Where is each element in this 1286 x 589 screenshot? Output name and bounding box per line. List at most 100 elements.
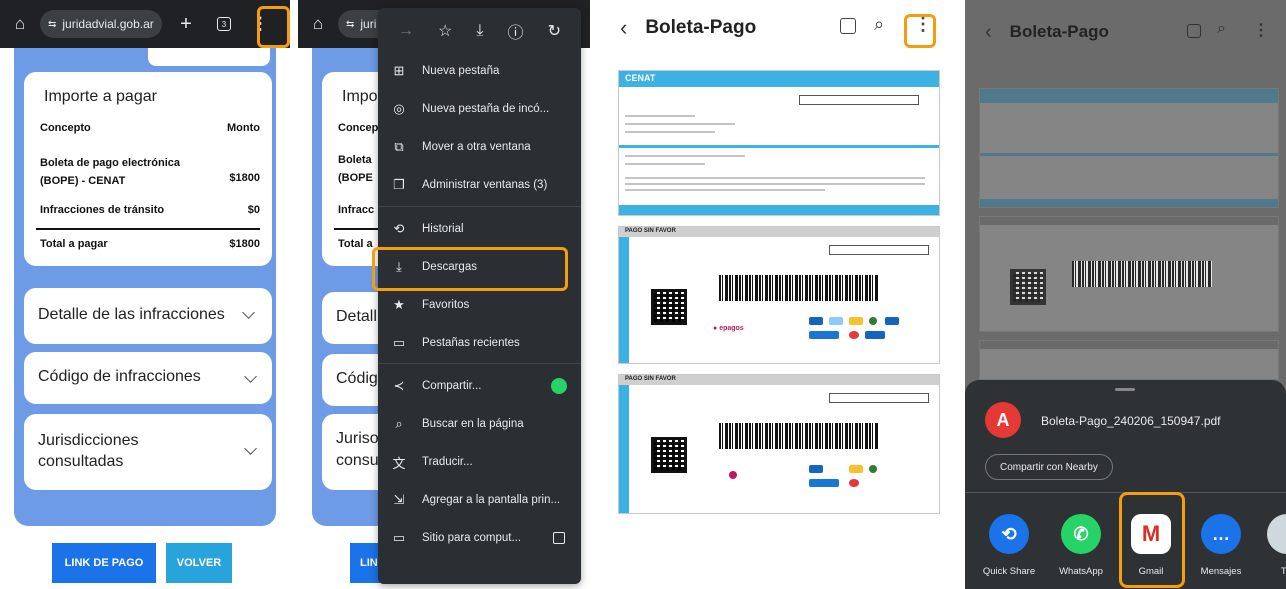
row-concept-bope: Boleta de pago electrónica (BOPE) - CENA… xyxy=(40,157,180,187)
back-icon[interactable]: ‹ xyxy=(985,21,992,44)
history-icon: ⟲ xyxy=(393,221,405,236)
desktop-site-checkbox[interactable] xyxy=(553,532,565,544)
pdf-page-2: PAGO SIN FAVOR ● epagos xyxy=(618,226,940,364)
menu-item-add-to-home[interactable]: ⇲ Agregar a la pantalla prin... xyxy=(378,481,581,519)
menu-item-share[interactable]: ≺ Compartir... xyxy=(378,367,581,405)
payment-logo xyxy=(869,317,877,325)
payment-logo xyxy=(809,479,839,487)
menu-highlight xyxy=(257,6,290,48)
pay-link-button[interactable]: LINK DE PAGO xyxy=(52,543,156,583)
accordion-detalle-label: Detall xyxy=(336,308,377,325)
more-menu-icon[interactable]: ⋮ xyxy=(1253,20,1269,40)
bookmarks-icon: ★ xyxy=(393,297,405,312)
menu-separator xyxy=(378,206,581,207)
qr-code xyxy=(651,289,687,325)
menu-highlight xyxy=(904,14,936,48)
doc-divider xyxy=(980,153,1278,156)
total-label: Total a xyxy=(338,238,373,250)
accordion-jurisdicciones-label-2: consu xyxy=(336,452,379,469)
reload-icon[interactable]: ↻ xyxy=(548,21,561,41)
back-icon[interactable]: ‹ xyxy=(620,15,627,41)
whatsapp-icon[interactable]: ✆ xyxy=(1061,514,1101,554)
payment-logo xyxy=(809,317,823,325)
menu-item-bookmarks[interactable]: ★ Favoritos xyxy=(378,286,581,324)
info-icon[interactable]: ⓘ xyxy=(508,19,524,43)
site-settings-icon[interactable]: ⇆ xyxy=(48,19,56,30)
total-amount: $1800 xyxy=(229,238,260,250)
menu-item-translate[interactable]: 文 Traducir... xyxy=(378,443,581,481)
menu-item-manage-windows[interactable]: ❐ Administrar ventanas (3) xyxy=(378,166,581,204)
new-tab-icon: ⊞ xyxy=(393,63,405,78)
app-label-partial: TP xyxy=(1280,566,1286,577)
doc-line xyxy=(625,177,925,179)
barcode xyxy=(1072,261,1212,287)
accordion-jurisdicciones[interactable]: Jurisdicciones consultadas xyxy=(24,414,272,490)
add-to-home-icon: ⇲ xyxy=(393,492,405,507)
manage-windows-icon: ❐ xyxy=(393,177,405,192)
partial-app-icon[interactable] xyxy=(1267,514,1286,554)
nearby-share-button[interactable]: Compartir con Nearby xyxy=(985,454,1113,480)
payment-logo xyxy=(849,317,863,325)
menu-item-new-tab[interactable]: ⊞ Nueva pestaña xyxy=(378,52,581,90)
row-amount-bope: $1800 xyxy=(229,172,260,184)
accordion-detalle-label: Detalle de las infracciones xyxy=(38,306,225,323)
menu-item-label: Pestañas recientes xyxy=(422,337,520,349)
epagos-text: epagos xyxy=(719,325,744,332)
home-icon[interactable]: ⌂ xyxy=(306,12,330,36)
tabs-icon[interactable]: 3 xyxy=(212,12,236,36)
pdf-app-bar: ‹ Boleta-Pago ⌕ ⋮ xyxy=(965,0,1286,64)
accordion-detalle[interactable]: Detalle de las infracciones xyxy=(24,288,272,344)
row-concept-bope: Boleta xyxy=(338,154,372,166)
panel-share-sheet: ‹ Boleta-Pago ⌕ ⋮ A Boleta-Pago_240206_1… xyxy=(965,0,1286,589)
doc-section-header: PAGO SIN FAVOR xyxy=(619,375,939,385)
doc-box xyxy=(799,95,919,105)
doc-section-title: PAGO SIN FAVOR xyxy=(625,376,676,382)
accordion-codigo[interactable]: Código de infracciones xyxy=(24,352,272,404)
menu-item-label: Administrar ventanas (3) xyxy=(422,179,548,191)
menu-separator xyxy=(378,363,581,364)
panel-checkout-page: ⌂ ⇆ juridadvial.gob.ar + 3 ⋮ Importe a p… xyxy=(0,0,290,589)
search-icon[interactable]: ⌕ xyxy=(874,14,884,35)
doc-section-header xyxy=(980,341,1278,349)
menu-item-incognito-tab[interactable]: ◎ Nueva pestaña de incó... xyxy=(378,90,581,128)
menu-item-history[interactable]: ⟲ Historial xyxy=(378,210,581,248)
whatsapp-shortcut-icon[interactable] xyxy=(551,378,567,394)
home-icon[interactable]: ⌂ xyxy=(8,12,32,36)
share-icon: ≺ xyxy=(393,378,405,393)
quick-share-icon[interactable]: ⟲ xyxy=(989,514,1029,554)
menu-item-label: Sitio para comput... xyxy=(422,532,522,544)
menu-item-label: Buscar en la página xyxy=(422,418,524,430)
incognito-tab-icon: ◎ xyxy=(393,101,405,116)
download-icon[interactable]: ⤓ xyxy=(476,22,483,40)
bookmark-star-icon[interactable]: ☆ xyxy=(438,21,452,41)
site-settings-icon[interactable]: ⇆ xyxy=(346,19,354,30)
doc-line xyxy=(625,183,925,185)
menu-item-find-in-page[interactable]: ⌕ Buscar en la página xyxy=(378,405,581,443)
doc-section-header xyxy=(980,217,1278,225)
barcode xyxy=(719,423,879,449)
edit-icon[interactable] xyxy=(840,18,856,34)
menu-item-move-window[interactable]: ⧉ Mover a otra ventana xyxy=(378,128,581,166)
payment-logo xyxy=(849,331,859,339)
menu-item-desktop-site[interactable]: ▭ Sitio para comput... xyxy=(378,519,581,557)
messages-icon[interactable]: … xyxy=(1201,514,1241,554)
payment-logo xyxy=(729,471,737,479)
share-sheet: A Boleta-Pago_240206_150947.pdf Comparti… xyxy=(965,380,1286,589)
forward-icon[interactable]: → xyxy=(398,22,414,40)
sheet-handle[interactable] xyxy=(1115,388,1135,391)
doc-line xyxy=(625,163,705,165)
pdf-title: Boleta-Pago xyxy=(1009,22,1109,41)
back-button[interactable]: VOLVER xyxy=(166,543,232,583)
pdf-page-2 xyxy=(979,216,1279,332)
search-icon[interactable]: ⌕ xyxy=(1217,20,1226,38)
move-window-icon: ⧉ xyxy=(394,139,404,154)
browser-toolbar: ⌂ ⇆ juridadvial.gob.ar + 3 ⋮ xyxy=(0,0,290,48)
app-label-messages: Mensajes xyxy=(1200,566,1242,577)
row-concept-infracciones: Infracciones de tránsito xyxy=(40,204,165,216)
edit-icon[interactable] xyxy=(1187,24,1201,38)
new-tab-icon[interactable]: + xyxy=(174,12,198,36)
menu-item-label: Traducir... xyxy=(422,456,473,468)
url-bar[interactable]: ⇆ juridadvial.gob.ar xyxy=(40,10,162,38)
payment-logo xyxy=(809,465,823,473)
menu-item-recent-tabs[interactable]: ▭ Pestañas recientes xyxy=(378,324,581,362)
